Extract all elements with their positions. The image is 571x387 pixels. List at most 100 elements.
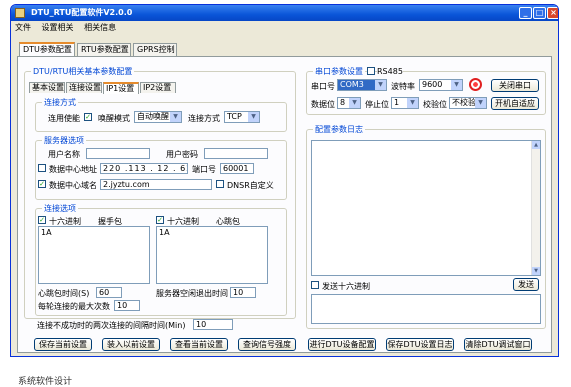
ip-dot: . (150, 164, 154, 173)
close-port-button[interactable]: 关闭串口 (491, 79, 539, 92)
hex-send-label: 发送十六进制 (322, 282, 370, 291)
wake-label: 唤醒模式 (98, 114, 130, 123)
beat-time-input[interactable]: 60 (96, 287, 122, 298)
send-button[interactable]: 发送 (513, 278, 539, 291)
subtab-conn[interactable]: 连接设置 (66, 82, 102, 93)
databits-value: 8 (340, 98, 346, 107)
stopbits-label: 停止位 (365, 100, 389, 109)
port-input[interactable]: 60001 (220, 163, 254, 174)
tab-panel: DTU/RTU相关基本参数配置 基本设置 连接设置 IP1设置 IP2设置 连接… (17, 56, 552, 353)
heartbeat-textarea[interactable]: 1A (156, 226, 268, 284)
chevron-down-icon: ▼ (170, 112, 181, 122)
pass-label: 用户密码 (166, 150, 198, 159)
ip-input[interactable]: 220 .113 . 12 . 62 (100, 163, 188, 174)
menu-info[interactable]: 相关信息 (84, 23, 116, 32)
save-log-button[interactable]: 保存DTU设置日志 (386, 338, 454, 351)
parity-select[interactable]: 不校验 ▼ (449, 97, 487, 109)
user-label: 用户名称 (48, 150, 80, 159)
baud-value: 9600 (422, 80, 443, 89)
auto-adapt-button[interactable]: 开机自适应 (491, 97, 539, 110)
ip-label: 数据中心地址 (49, 165, 97, 174)
log-textarea[interactable]: ▲ ▼ (311, 140, 541, 276)
wake-select[interactable]: 自动唤醒 ▼ (134, 111, 182, 123)
pass-input[interactable] (204, 148, 268, 159)
ip-3: 12 (157, 164, 170, 173)
ip-checkbox[interactable] (38, 164, 46, 172)
basic-param-group: DTU/RTU相关基本参数配置 基本设置 连接设置 IP1设置 IP2设置 连接… (24, 66, 296, 330)
menu-file[interactable]: 文件 (15, 23, 31, 32)
stopbits-value: 1 (394, 98, 400, 107)
query-signal-button[interactable]: 查询信号强度 (238, 338, 296, 351)
hex-send-checkbox[interactable] (311, 281, 319, 289)
hex1-checkbox[interactable]: ✓ (38, 216, 46, 224)
menu-settings[interactable]: 设置相关 (42, 23, 74, 32)
use-ip-checkbox[interactable]: ✓ (84, 113, 92, 121)
tab-rtu[interactable]: RTU参数配置 (77, 43, 131, 56)
chevron-down-icon: ▼ (375, 80, 386, 90)
server-title: 服务器选项 (42, 135, 86, 146)
idle-label: 服务器空闲退出时间 (156, 289, 228, 298)
conn-mode-title: 连接方式 (42, 97, 78, 108)
log-group: 配置参数日志 ▲ ▼ 发送十六进制 发送 (306, 124, 546, 329)
minimize-icon[interactable]: _ (519, 7, 532, 19)
port-label: 端口号 (192, 165, 216, 174)
scroll-up-icon[interactable]: ▲ (532, 141, 540, 149)
maximize-icon[interactable]: □ (533, 7, 546, 19)
scroll-down-icon[interactable]: ▼ (532, 267, 540, 275)
chevron-down-icon: ▼ (475, 98, 486, 108)
chevron-down-icon: ▼ (451, 80, 462, 90)
chevron-down-icon: ▼ (248, 112, 259, 122)
use-ip-label: 连用使能 (48, 114, 80, 123)
basic-param-title: DTU/RTU相关基本参数配置 (31, 66, 135, 77)
conn-mode-group: 连接方式 连用使能 ✓ 唤醒模式 自动唤醒 ▼ 连接方式 TCP ▼ (35, 97, 287, 132)
tab-gprs[interactable]: GPRS控制 (133, 43, 177, 56)
log-scrollbar[interactable]: ▲ ▼ (531, 141, 540, 275)
wake-value: 自动唤醒 (137, 112, 169, 121)
clear-debug-button[interactable]: 清除DTU调试窗口 (464, 338, 532, 351)
handshake-textarea[interactable]: 1A (38, 226, 150, 284)
link-group: 连接选项 ✓ 十六进制 握手包 1A ✓ 十六进制 心跳包 1A 心跳包时间(S… (35, 203, 287, 316)
chevron-down-icon: ▼ (349, 98, 360, 108)
subtab-ip2[interactable]: IP2设置 (140, 82, 176, 93)
domain-input[interactable]: 2.jyztu.com (100, 179, 212, 190)
beat-time-label: 心跳包时间(S) (38, 289, 90, 298)
subtab-ip1[interactable]: IP1设置 (103, 82, 139, 94)
tab-dtu[interactable]: DTU参数配置 (19, 42, 75, 56)
retry-label: 每轮连接的最大次数 (38, 302, 110, 311)
idle-input[interactable]: 10 (230, 287, 256, 298)
serial-title: 串口参数设置 (313, 66, 365, 77)
port-select[interactable]: COM3 ▼ (337, 79, 387, 91)
parity-label: 校验位 (423, 100, 447, 109)
port-value: COM3 (340, 80, 364, 89)
log-title: 配置参数日志 (313, 124, 365, 135)
stopbits-select[interactable]: 1 ▼ (391, 97, 419, 109)
mode-select[interactable]: TCP ▼ (224, 111, 260, 123)
ip-4: 62 (180, 164, 187, 173)
baud-select[interactable]: 9600 ▼ (419, 79, 463, 91)
hex2-checkbox[interactable]: ✓ (156, 216, 164, 224)
serial-group: 串口参数设置 RS485 串口号 COM3 ▼ 波特率 9600 ▼ 关闭串口 数据… (306, 66, 546, 115)
rs485-checkbox[interactable] (367, 67, 375, 75)
retry-input[interactable]: 10 (114, 300, 140, 311)
status-led-icon (469, 78, 482, 91)
load-settings-button[interactable]: 装入以前设置 (102, 338, 160, 351)
dnsr-label: DNSR自定义 (227, 181, 274, 190)
save-settings-button[interactable]: 保存当前设置 (34, 338, 92, 351)
close-icon[interactable]: × (547, 7, 558, 19)
databits-select[interactable]: 8 ▼ (337, 97, 361, 109)
mode-label: 连接方式 (188, 114, 220, 123)
dnsr-checkbox[interactable] (216, 180, 224, 188)
chevron-down-icon: ▼ (407, 98, 418, 108)
parity-value: 不校验 (452, 98, 476, 107)
domain-checkbox[interactable]: ✓ (38, 180, 46, 188)
ip-dot: . (173, 164, 177, 173)
config-dtu-button[interactable]: 进行DTU设备配置 (308, 338, 376, 351)
user-input[interactable] (86, 148, 150, 159)
domain-label: 数据中心域名 (49, 181, 97, 190)
view-settings-button[interactable]: 查看当前设置 (170, 338, 228, 351)
subtab-basic[interactable]: 基本设置 (29, 82, 65, 93)
rs485-label: RS485 (377, 67, 403, 76)
interval-input[interactable]: 10 (193, 319, 233, 330)
server-group: 服务器选项 用户名称 用户密码 数据中心地址 220 .113 . 12 . 6… (35, 135, 287, 200)
send-textarea[interactable] (311, 294, 541, 324)
